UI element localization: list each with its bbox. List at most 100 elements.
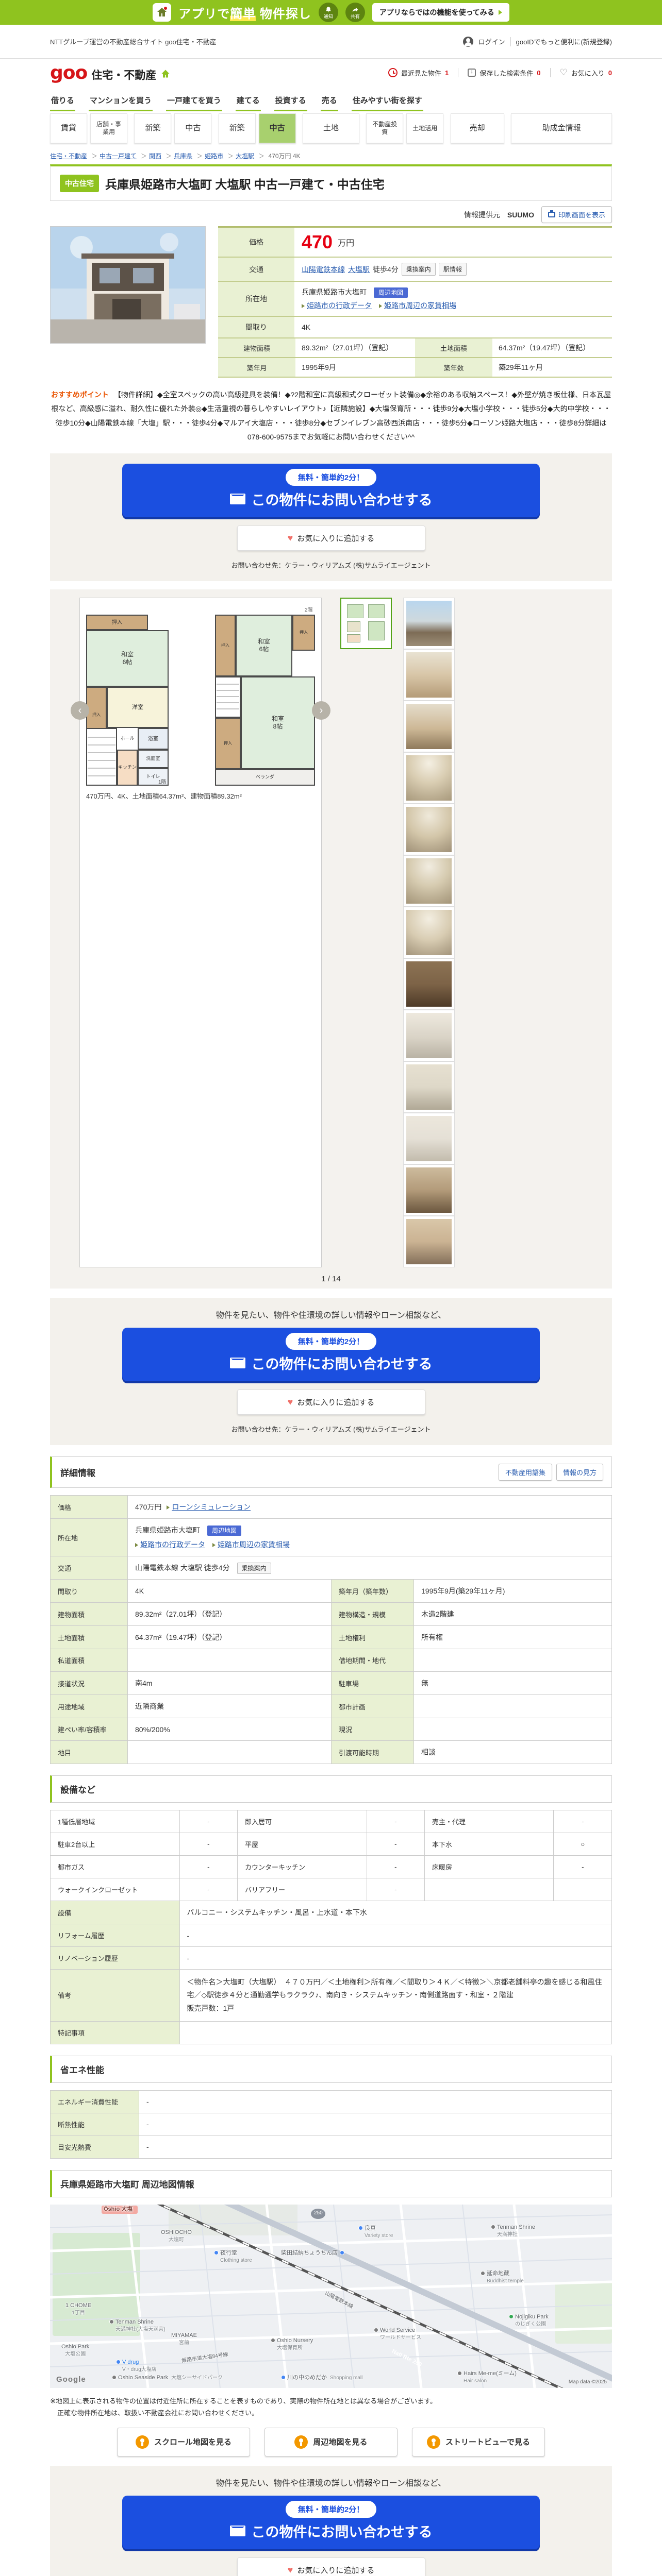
map-poi[interactable]: Hairs Me-me(ミーム) Hair salon <box>457 2370 517 2385</box>
nav-tab[interactable]: 借りる <box>50 92 76 111</box>
madori-value: 4K <box>302 323 311 331</box>
breadcrumb-link[interactable]: 姫路市 <box>205 152 223 160</box>
map-poi[interactable]: Tenman Shrine 天満神社 <box>491 2224 535 2239</box>
inquiry-button[interactable]: 無料・簡単約2分！ この物件にお問い合わせする <box>122 464 540 518</box>
inquiry-button[interactable]: 無料・簡単約2分！ この物件にお問い合わせする <box>122 1328 540 1382</box>
map-poi[interactable]: 川の中のめだか Shopping mall <box>281 2375 362 2382</box>
area-map-button[interactable]: 周辺地図 <box>207 1526 242 1536</box>
gallery-thumbnail[interactable] <box>403 1113 455 1165</box>
floorplan-closet: 押入 <box>215 615 236 677</box>
map-poi[interactable]: 良真 Variety store <box>358 2225 393 2240</box>
gallery-thumbnail[interactable] <box>403 907 455 959</box>
gallery-thumbnail[interactable] <box>403 804 455 856</box>
glossary-button[interactable]: 不動産用語集 <box>498 1464 552 1481</box>
built-date-label: 築年月 <box>218 358 295 377</box>
subnav-kodate-shinchiku[interactable]: 新築 <box>218 113 256 143</box>
add-favorite-button[interactable]: ♥ お気に入りに追加する <box>237 2557 425 2576</box>
area-map-button[interactable]: 周辺地図 <box>374 287 408 298</box>
subnav-mansion-shinchiku[interactable]: 新築 <box>134 113 172 143</box>
rent-market-link[interactable]: 姫路市周辺の家賃相場 <box>384 301 456 310</box>
breadcrumb-link[interactable]: 中古一戸建て <box>100 152 137 160</box>
gallery-thumbnail[interactable] <box>403 1216 455 1268</box>
breadcrumb-link[interactable]: 兵庫県 <box>174 152 192 160</box>
subnav-mansion-chuko[interactable]: 中古 <box>174 113 212 143</box>
map-label: Oshio Park 大塩公園 <box>61 2343 90 2357</box>
gallery-prev-button[interactable]: ‹ <box>71 701 89 720</box>
breadcrumb-link[interactable]: 大塩駅 <box>236 152 254 160</box>
register-link[interactable]: gooIDでもっと便利に(新規登録) <box>516 37 612 46</box>
gallery-next-button[interactable]: › <box>312 701 330 720</box>
app-feature-button[interactable]: アプリならではの機能を使ってみる <box>372 3 509 22</box>
goo-logo[interactable]: goo 住宅・不動産 <box>50 62 171 83</box>
nav-tab[interactable]: 住みやすい街を探す <box>351 92 423 111</box>
gallery-thumbnail[interactable] <box>403 752 455 804</box>
property-main-photo[interactable] <box>50 226 206 344</box>
map-poi[interactable]: 柴田結納ちょうちん店 <box>281 2250 346 2257</box>
add-favorite-button[interactable]: ♥ お気に入りに追加する <box>237 1389 425 1415</box>
scroll-map-button[interactable]: スクロール地図を見る <box>117 2427 250 2456</box>
recent-items-button[interactable]: 最近見た物件 1 <box>388 68 449 78</box>
map-poi[interactable]: Tenman Shrine 天満神社(大塩天満宮) <box>109 2319 166 2333</box>
subnav-baikyaku[interactable]: 売却 <box>450 113 504 143</box>
map-poi[interactable]: Oshio Nursery 大塩保育所 <box>271 2337 313 2352</box>
gallery-main-image[interactable]: 押入 和室 6帖 押入 洋室 浴室 洗面室 トイレ ホール キッチン 1階 押入… <box>71 598 330 1268</box>
inquiry-button[interactable]: 無料・簡単約2分！ この物件にお問い合わせする <box>122 2495 540 2549</box>
area-map[interactable]: Ōshio 大塩 250 OSHIOCHO 大塩町 夜行堂 Clothing sto… <box>50 2204 612 2388</box>
map-poi[interactable]: World Service ワールドサービス <box>374 2327 421 2342</box>
admin-data-link[interactable]: 姫路市の行政データ <box>307 301 372 310</box>
gallery-thumbnail[interactable] <box>403 701 455 753</box>
share-button[interactable]: 共有 <box>345 3 365 22</box>
street-view-button[interactable]: ストリートビューで見る <box>412 2427 545 2456</box>
breadcrumb-link[interactable]: 住宅・不動産 <box>50 152 87 160</box>
gallery-thumbnail[interactable] <box>403 649 455 701</box>
nav-tab[interactable]: 売る <box>320 92 338 111</box>
transfer-button[interactable]: 乗換案内 <box>237 1563 271 1574</box>
add-favorite-button[interactable]: ♥ お気に入りに追加する <box>237 526 425 551</box>
map-poi[interactable]: 夜行堂 Clothing store <box>214 2250 252 2264</box>
breadcrumb-link[interactable]: 関西 <box>149 152 161 160</box>
map-pin-icon <box>374 2328 378 2333</box>
station-info-button[interactable]: 駅情報 <box>438 263 467 276</box>
notification-button[interactable]: 通知 <box>318 3 338 22</box>
nav-tab[interactable]: マンションを買う <box>89 92 153 111</box>
favorites-button[interactable]: ♡ お気に入り 0 <box>560 67 613 78</box>
station-link[interactable]: 大塩駅 <box>348 264 370 275</box>
gallery-thumbnail[interactable] <box>403 855 455 907</box>
subnav-katsuyo[interactable]: 土地活用 <box>406 113 444 143</box>
saved-search-button[interactable]: 保存した検索条件 0 <box>468 68 541 78</box>
contact-line: お問い合わせ先：ケラー・ウィリアムズ (株)サムライエージェント <box>231 1426 431 1434</box>
gallery-thumbnail[interactable] <box>403 598 455 650</box>
around-map-button[interactable]: 周辺地図を見る <box>264 2427 398 2456</box>
info-guide-button[interactable]: 情報の見方 <box>556 1464 603 1481</box>
rail-line-link[interactable]: 山陽電鉄本線 <box>302 264 345 275</box>
subnav-tochi[interactable]: 土地 <box>302 113 359 143</box>
transfer-button[interactable]: 乗換案内 <box>401 263 436 276</box>
gallery-thumbnail[interactable] <box>403 958 455 1010</box>
gallery-thumbnail[interactable] <box>403 1164 455 1216</box>
map-poi[interactable]: Nojigiku Park のじぎく公園 <box>509 2314 549 2328</box>
subnav-josei[interactable]: 助成金情報 <box>510 113 612 143</box>
nav-tab[interactable]: 建てる <box>235 92 261 111</box>
app-icon <box>153 3 172 22</box>
map-poi[interactable]: Oshio Seaside Park 大塩シーサイドパーク <box>112 2375 223 2382</box>
gallery-thumbnail-selected[interactable] <box>340 598 392 650</box>
map-pin-icon <box>358 2226 363 2231</box>
nav-tab[interactable]: 投資する <box>274 92 307 111</box>
equipment-table: 1種低層地域 - 即入居可 - 売主・代理 - 駐車2台以上 - 平屋 - 本下水 ○ 都市… <box>50 1810 613 2044</box>
login-link[interactable]: ログイン <box>478 37 505 46</box>
nav-tab[interactable]: 一戸建てを買う <box>166 92 222 111</box>
print-button[interactable]: 印刷画面を表示 <box>541 206 612 223</box>
subnav-tenpo[interactable]: 店舗・事業用 <box>90 113 127 143</box>
age-value: 築29年11ヶ月 <box>499 363 543 371</box>
admin-data-link[interactable]: 姫路市の行政データ <box>140 1540 205 1549</box>
eco-section-header: 省エネ性能 <box>50 2055 612 2083</box>
rent-market-link[interactable]: 姫路市周辺の家賃相場 <box>218 1540 290 1549</box>
gallery-thumbnail[interactable] <box>403 1010 455 1062</box>
subnav-toshi[interactable]: 不動産投資 <box>366 113 404 143</box>
gallery-thumbnail[interactable] <box>403 1061 455 1113</box>
loan-simulation-link[interactable]: ローンシミュレーション <box>172 1503 251 1511</box>
map-poi[interactable]: V drug V・drug大塩店 <box>116 2359 157 2374</box>
map-poi[interactable]: 延命地蔵 Buddhist temple <box>481 2270 524 2285</box>
subnav-kodate-chuko-active[interactable]: 中古 <box>258 113 296 143</box>
subnav-chintai[interactable]: 賃貸 <box>50 113 87 143</box>
